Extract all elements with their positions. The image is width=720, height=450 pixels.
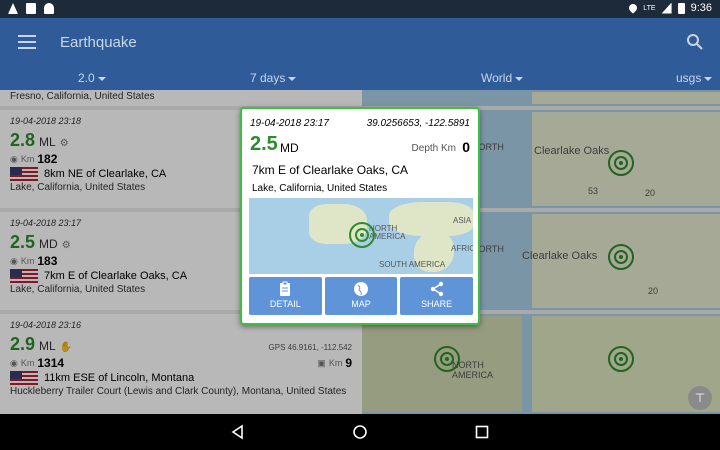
globe-icon — [354, 282, 368, 296]
detail-button-label: DETAIL — [269, 299, 301, 309]
search-icon[interactable] — [686, 33, 704, 51]
lte-label: LTE — [643, 4, 656, 12]
region-filter[interactable]: World — [481, 71, 524, 85]
status-bar: LTE 9:36 — [0, 0, 720, 18]
source-filter[interactable]: usgs — [676, 71, 713, 85]
location-icon — [627, 2, 639, 14]
battery-icon — [677, 2, 685, 14]
map-button-label: MAP — [351, 299, 371, 309]
chevron-down-icon — [288, 76, 297, 81]
navigation-bar — [0, 414, 720, 450]
period-filter[interactable]: 7 days — [250, 71, 297, 85]
epicenter-marker-icon — [349, 222, 375, 248]
sd-card-icon — [26, 3, 36, 14]
signal-icon — [661, 2, 672, 14]
popup-title: 7km E of Clearlake Oaks, CA — [252, 163, 409, 177]
region-filter-label: World — [481, 71, 513, 85]
map-button[interactable]: MAP — [324, 277, 398, 315]
share-button[interactable]: SHARE — [400, 277, 474, 315]
detail-button[interactable]: DETAIL — [249, 277, 322, 315]
chevron-down-icon — [97, 76, 106, 81]
share-icon — [430, 281, 443, 297]
popup-coordinates: 39.0256653, -122.5891 — [366, 118, 470, 129]
map-label-africa: AFRICA — [451, 244, 473, 253]
menu-icon[interactable] — [18, 35, 36, 49]
warning-icon — [8, 3, 18, 14]
android-icon — [44, 3, 54, 14]
popup-depth-label: Depth Km — [411, 143, 456, 154]
clock: 9:36 — [690, 2, 712, 14]
source-filter-label: usgs — [676, 71, 702, 85]
chevron-down-icon — [515, 76, 524, 81]
magnitude-filter-label: 2.0 — [78, 71, 95, 85]
popup-magtype: MD — [280, 141, 299, 155]
chevron-down-icon — [704, 76, 713, 81]
back-icon[interactable] — [230, 424, 246, 440]
popup-depth: 0 — [462, 139, 470, 155]
map-label-south-america: SOUTH AMERICA — [379, 260, 446, 269]
earthquake-detail-popup: 19-04-2018 23:17 39.0256653, -122.5891 2… — [240, 107, 480, 325]
popup-date: 19-04-2018 23:17 — [250, 118, 329, 129]
period-filter-label: 7 days — [250, 71, 286, 85]
popup-region: Lake, California, United States — [252, 183, 388, 194]
app-title: Earthquake — [60, 34, 137, 51]
share-button-label: SHARE — [421, 299, 453, 309]
recents-icon[interactable] — [474, 424, 490, 440]
popup-magnitude: 2.5 — [250, 133, 278, 155]
magnitude-filter[interactable]: 2.0 — [78, 71, 106, 85]
clipboard-icon — [280, 281, 291, 296]
popup-map[interactable]: NORTH AMERICA AFRICA ASIA SOUTH AMERICA — [249, 198, 473, 274]
scroll-top-button[interactable]: ⊤ — [688, 386, 712, 410]
home-icon[interactable] — [352, 424, 368, 440]
app-bar: Earthquake — [0, 18, 720, 66]
map-label-asia: ASIA — [453, 216, 472, 225]
filter-bar: 2.0 7 days World usgs — [0, 66, 720, 90]
